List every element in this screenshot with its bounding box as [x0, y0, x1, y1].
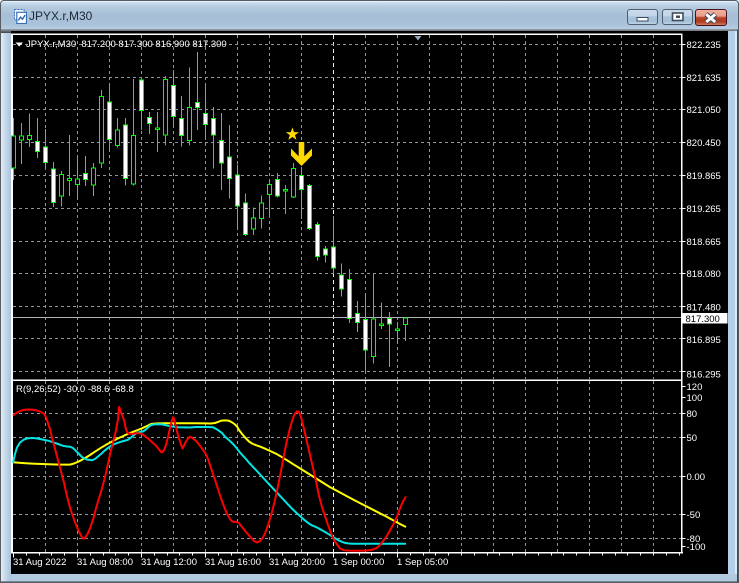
svg-text:819.265: 819.265 [687, 204, 721, 215]
svg-text:31 Aug 20:00: 31 Aug 20:00 [269, 557, 325, 568]
svg-text:-100: -100 [687, 542, 706, 553]
svg-text:821.635: 821.635 [687, 73, 721, 84]
svg-text:822.235: 822.235 [687, 40, 721, 51]
svg-text:R(9,26,52) -30.0 -88.6 -68.8: R(9,26,52) -30.0 -88.6 -68.8 [16, 384, 134, 395]
svg-text:-50: -50 [687, 510, 701, 521]
svg-text:31 Aug 2022: 31 Aug 2022 [13, 557, 66, 568]
svg-text:31 Aug 12:00: 31 Aug 12:00 [141, 557, 197, 568]
svg-text:0.00: 0.00 [687, 472, 706, 483]
svg-text:50: 50 [687, 433, 698, 444]
svg-text:1 Sep 05:00: 1 Sep 05:00 [397, 557, 448, 568]
svg-text:816.295: 816.295 [687, 370, 721, 381]
svg-text:1 Sep 00:00: 1 Sep 00:00 [333, 557, 384, 568]
svg-text:818.665: 818.665 [687, 237, 721, 248]
svg-text:31 Aug 16:00: 31 Aug 16:00 [205, 557, 261, 568]
svg-text:819.865: 819.865 [687, 171, 721, 182]
svg-text:818.080: 818.080 [687, 269, 721, 280]
svg-text:31 Aug 08:00: 31 Aug 08:00 [77, 557, 133, 568]
svg-text:JPYX.r,M30 817.200 817.300 81: JPYX.r,M30 817.200 817.300 816.900 817.3… [26, 39, 227, 50]
svg-text:120: 120 [687, 382, 703, 393]
svg-text:816.895: 816.895 [687, 335, 721, 346]
svg-text:821.050: 821.050 [687, 105, 721, 116]
svg-text:80: 80 [687, 409, 698, 420]
svg-text:817.480: 817.480 [687, 303, 721, 314]
svg-text:820.450: 820.450 [687, 138, 721, 149]
svg-text:100: 100 [687, 393, 703, 404]
svg-text:-80: -80 [687, 534, 701, 545]
svg-text:817.300: 817.300 [686, 314, 720, 325]
